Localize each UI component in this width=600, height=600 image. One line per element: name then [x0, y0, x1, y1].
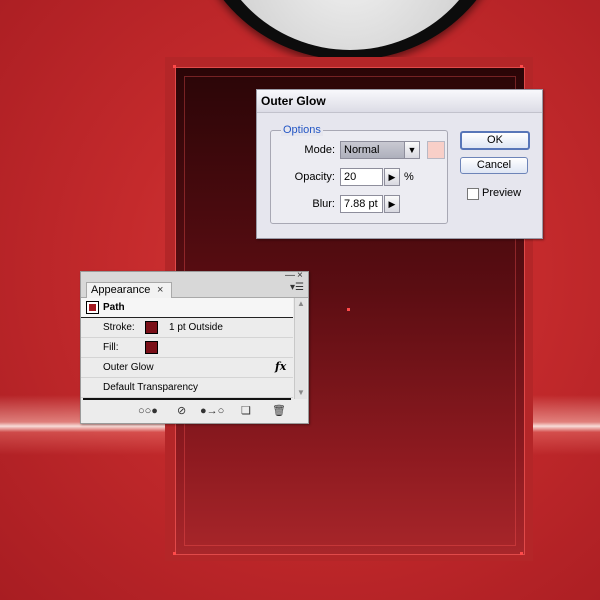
opacity-unit: %	[404, 171, 414, 183]
blur-label: Blur:	[312, 198, 335, 210]
tab-appearance-label: Appearance	[91, 284, 151, 296]
appearance-scrollbar[interactable]: ▲ ▼	[294, 298, 307, 399]
tab-close-icon[interactable]: ×	[157, 283, 163, 298]
tab-appearance[interactable]: Appearance ×	[86, 282, 172, 298]
glow-color-swatch[interactable]	[427, 141, 445, 159]
panel-menu-icon[interactable]: ▾☰	[290, 282, 304, 293]
appearance-list: Path Stroke: 1 pt Outside Fill: Outer Gl…	[81, 298, 293, 399]
panel-divider	[83, 398, 291, 400]
center-point[interactable]	[347, 308, 350, 311]
anchor-point-top-right[interactable]	[520, 65, 523, 68]
outer-glow-dialog: Outer Glow Mode: Normal ▼ Opacity: 20 ▶ …	[256, 89, 543, 239]
blur-row: Blur: 7.88 pt ▶	[271, 195, 447, 215]
appearance-panel: — × Appearance × ▾☰ Path Stroke: 1 pt Ou…	[80, 271, 309, 424]
path-title: Path	[103, 302, 125, 313]
canvas-knob-face	[206, 0, 494, 50]
options-group: Mode: Normal ▼ Opacity: 20 ▶ % Blur: 7.8…	[270, 130, 448, 224]
scroll-up-icon[interactable]: ▲	[295, 299, 307, 309]
panel-footer: ○○● ⊘ ●→○ ❏ 🗑	[81, 402, 308, 422]
path-swatch	[86, 301, 99, 314]
blur-input[interactable]: 7.88 pt	[340, 195, 383, 213]
panel-drag-bar[interactable]	[81, 272, 308, 280]
scroll-down-icon[interactable]: ▼	[295, 388, 307, 398]
delete-item-icon[interactable]: 🗑	[272, 405, 286, 417]
appearance-row-fill[interactable]: Fill:	[81, 338, 293, 358]
cancel-button[interactable]: Cancel	[460, 157, 528, 174]
transparency-label[interactable]: Default Transparency	[103, 382, 198, 393]
anchor-point-bottom-left[interactable]	[173, 552, 176, 555]
outer-glow-label[interactable]: Outer Glow	[103, 362, 154, 373]
opacity-input[interactable]: 20	[340, 168, 383, 186]
stroke-value[interactable]: 1 pt Outside	[169, 322, 223, 333]
opacity-label: Opacity:	[294, 171, 335, 183]
preview-checkbox[interactable]	[467, 188, 479, 200]
mode-dropdown-chevron-icon[interactable]: ▼	[404, 141, 420, 159]
fill-label: Fill:	[103, 342, 119, 353]
preview-label[interactable]: Preview	[482, 187, 521, 199]
appearance-row-path[interactable]: Path	[81, 298, 293, 318]
dialog-title: Outer Glow	[257, 90, 542, 113]
clear-appearance-icon[interactable]: ⊘	[177, 405, 186, 417]
stroke-color-swatch[interactable]	[145, 321, 158, 334]
opacity-stepper-arrow-icon[interactable]: ▶	[384, 168, 400, 186]
mode-row: Mode: Normal ▼	[271, 141, 447, 161]
mode-select[interactable]: Normal	[340, 141, 405, 159]
stroke-label: Stroke:	[103, 322, 135, 333]
opacity-row: Opacity: 20 ▶ %	[271, 168, 447, 188]
appearance-row-stroke[interactable]: Stroke: 1 pt Outside	[81, 318, 293, 338]
panel-tab-row: Appearance × ▾☰	[81, 280, 308, 298]
fx-icon[interactable]: fx	[275, 360, 286, 373]
new-art-maintains-appearance-icon[interactable]: ○○●	[138, 405, 158, 417]
canvas-knob-artwork	[190, 0, 510, 60]
ok-button[interactable]: OK	[460, 131, 530, 150]
reduce-to-basic-appearance-icon[interactable]: ●→○	[200, 405, 224, 417]
anchor-point-bottom-right[interactable]	[520, 552, 523, 555]
mode-label: Mode:	[304, 144, 335, 156]
duplicate-item-icon[interactable]: ❏	[241, 405, 251, 417]
anchor-point-top-left[interactable]	[173, 65, 176, 68]
fill-color-swatch[interactable]	[145, 341, 158, 354]
appearance-row-outer-glow[interactable]: Outer Glow fx	[81, 358, 293, 378]
options-legend: Options	[281, 124, 323, 136]
blur-stepper-arrow-icon[interactable]: ▶	[384, 195, 400, 213]
appearance-row-transparency[interactable]: Default Transparency	[81, 378, 293, 398]
